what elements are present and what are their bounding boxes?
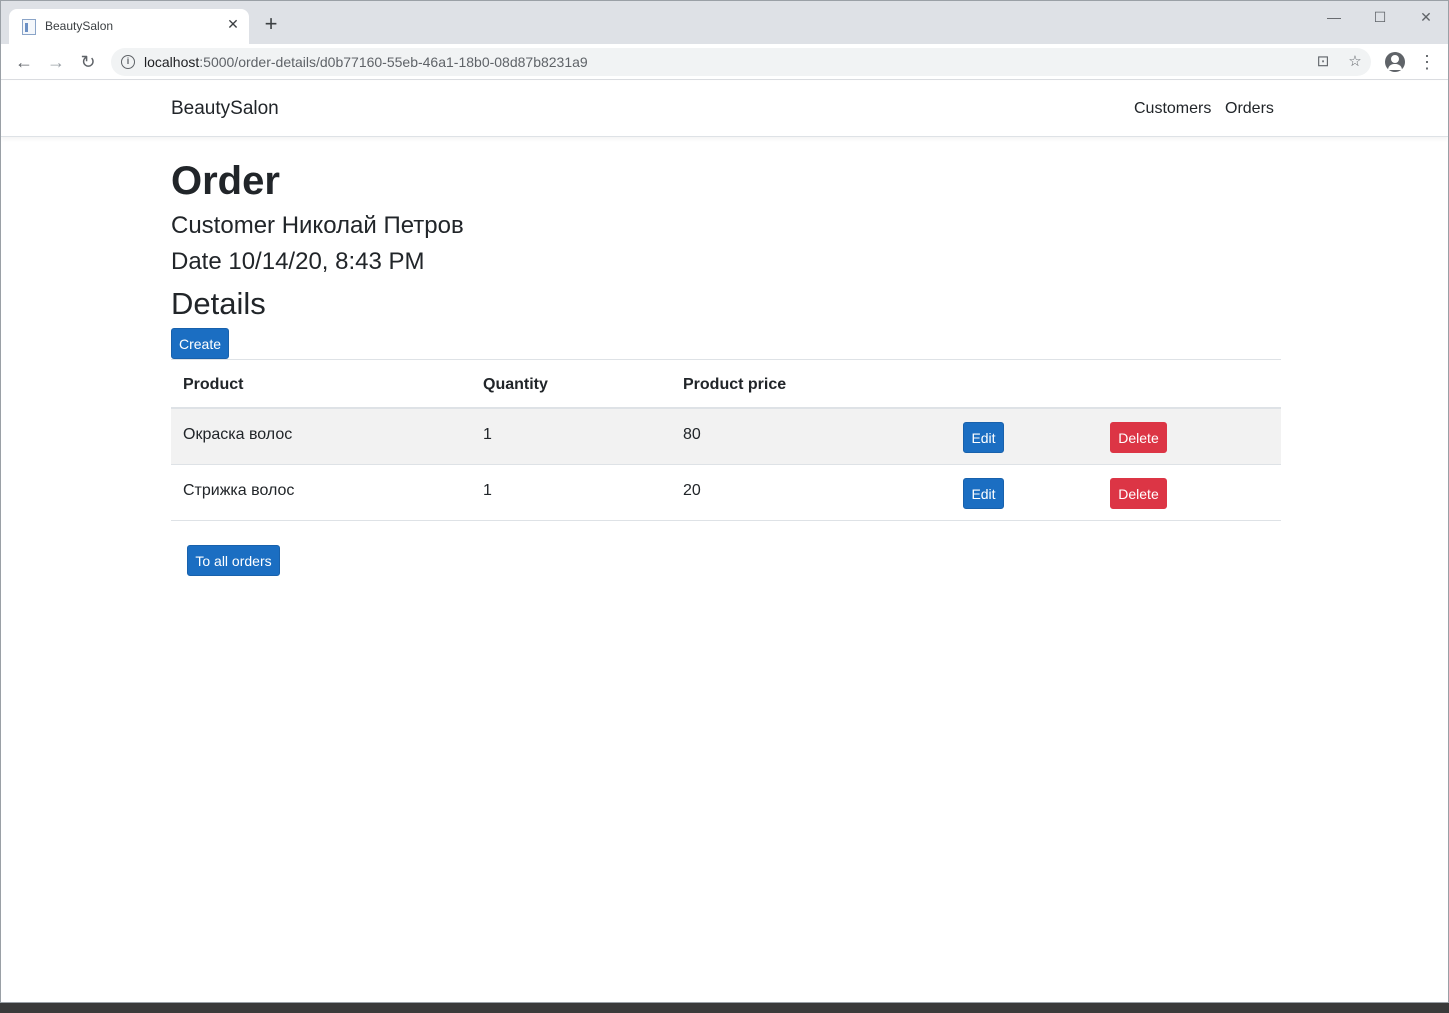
brand-link[interactable]: BeautySalon — [171, 98, 279, 120]
address-bar[interactable]: i localhost:5000/order-details/d0b77160-… — [111, 48, 1371, 76]
browser-window: BeautySalon ✕ + — ☐ ✕ ← → ↻ i localhost:… — [0, 0, 1449, 1003]
tab-strip: BeautySalon ✕ + — ☐ ✕ — [1, 1, 1448, 44]
delete-button[interactable]: Delete — [1110, 422, 1167, 453]
edit-button[interactable]: Edit — [963, 422, 1004, 453]
product-cell: Стрижка волос — [183, 482, 295, 499]
customer-heading: Customer Николай Петров — [171, 212, 464, 239]
price-cell: 20 — [683, 482, 701, 499]
table-header: Product Quantity Product price — [171, 359, 1281, 409]
to-all-orders-button[interactable]: To all orders — [187, 545, 280, 576]
navbar: BeautySalon Customers Orders — [1, 81, 1448, 137]
info-icon[interactable]: i — [121, 55, 135, 69]
nav-customers-link[interactable]: Customers — [1134, 100, 1211, 118]
reload-icon[interactable]: ↻ — [76, 50, 100, 74]
maximize-icon[interactable]: ☐ — [1370, 7, 1390, 27]
star-icon[interactable]: ☆ — [1345, 52, 1365, 72]
product-cell: Окраска волос — [183, 426, 293, 443]
taskbar — [0, 1003, 1449, 1013]
header-product: Product — [183, 376, 244, 393]
edit-button[interactable]: Edit — [963, 478, 1004, 509]
page-icon — [22, 19, 36, 35]
table-row: Окраска волос 1 80 Edit Delete — [171, 409, 1281, 465]
price-cell: 80 — [683, 426, 701, 443]
header-price: Product price — [683, 376, 787, 393]
page: BeautySalon Customers Orders Order Custo… — [1, 81, 1448, 1002]
create-button[interactable]: Create — [171, 328, 229, 359]
date-heading: Date 10/14/20, 8:43 PM — [171, 248, 425, 275]
browser-tab[interactable]: BeautySalon ✕ — [9, 9, 249, 44]
header-quantity: Quantity — [483, 376, 548, 393]
details-heading: Details — [171, 286, 266, 321]
nav-orders-link[interactable]: Orders — [1225, 100, 1274, 118]
quantity-cell: 1 — [483, 426, 492, 443]
browser-toolbar: ← → ↻ i localhost:5000/order-details/d0b… — [1, 44, 1448, 80]
url-text[interactable]: localhost:5000/order-details/d0b77160-55… — [144, 54, 588, 70]
table-row: Стрижка волос 1 20 Edit Delete — [171, 465, 1281, 521]
back-icon[interactable]: ← — [12, 50, 36, 74]
translate-icon[interactable]: ⊡ — [1313, 52, 1333, 72]
profile-icon[interactable] — [1385, 52, 1405, 72]
new-tab-icon[interactable]: + — [261, 13, 281, 35]
quantity-cell: 1 — [483, 482, 492, 499]
minimize-icon[interactable]: — — [1324, 7, 1344, 27]
forward-icon[interactable]: → — [44, 50, 68, 74]
page-title: Order — [171, 159, 280, 203]
close-tab-icon[interactable]: ✕ — [225, 16, 241, 32]
tab-title: BeautySalon — [45, 19, 114, 33]
close-window-icon[interactable]: ✕ — [1416, 7, 1436, 27]
menu-icon[interactable]: ⋮ — [1415, 50, 1439, 74]
delete-button[interactable]: Delete — [1110, 478, 1167, 509]
